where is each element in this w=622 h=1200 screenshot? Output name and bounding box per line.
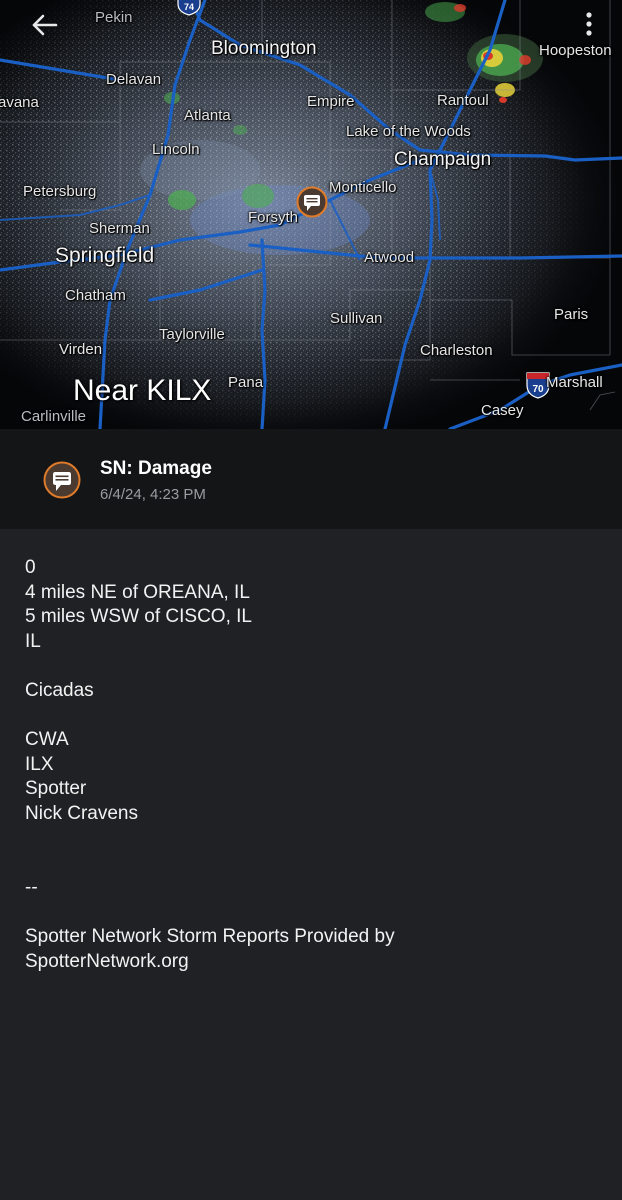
radar-map[interactable]: 74 70 Pekin Bloomington Hoopeston Delava…	[0, 0, 622, 429]
report-pin-icon[interactable]	[296, 186, 328, 218]
city-hoopeston: Hoopeston	[539, 42, 612, 59]
report-line: 0	[25, 557, 36, 578]
city-petersburg: Petersburg	[23, 183, 97, 200]
city-marshall: Marshall	[546, 374, 603, 391]
city-taylorville: Taylorville	[159, 326, 225, 343]
report-line	[25, 704, 605, 729]
city-atlanta: Atlanta	[184, 107, 231, 124]
back-button[interactable]	[24, 8, 64, 42]
report-title: SN: Damage	[100, 458, 212, 479]
city-chatham: Chatham	[65, 287, 126, 304]
city-charleston: Charleston	[420, 342, 493, 359]
report-line: CWA	[25, 729, 69, 751]
city-havana: avana	[0, 94, 39, 111]
report-line: IL	[25, 630, 41, 652]
city-pekin: Pekin	[95, 9, 133, 26]
report-body: 0 4 miles NE of OREANA, IL 5 miles WSW o…	[25, 556, 605, 974]
city-bloomington: Bloomington	[211, 38, 317, 59]
city-sullivan: Sullivan	[330, 310, 383, 327]
report-line: ILX	[25, 753, 54, 775]
report-line	[25, 654, 605, 679]
city-atwood: Atwood	[364, 249, 415, 266]
city-forsyth: Forsyth	[248, 209, 299, 226]
city-pana: Pana	[228, 374, 264, 391]
radar-location-label: Near KILX	[73, 374, 212, 407]
city-champaign: Champaign	[394, 149, 492, 170]
app-root: 74 70 Pekin Bloomington Hoopeston Delava…	[0, 0, 622, 1200]
more-options-button[interactable]	[572, 6, 606, 42]
report-header	[0, 429, 622, 529]
interstate-74-shield: 74	[176, 0, 202, 21]
city-virden: Virden	[59, 341, 103, 358]
i74-number: 74	[184, 2, 194, 12]
report-line: Spotter Network Storm Reports Provided b…	[25, 925, 395, 947]
city-casey: Casey	[481, 402, 524, 419]
city-carlinville: Carlinville	[21, 408, 87, 425]
report-line: Nick Cravens	[25, 802, 138, 824]
chat-bubble-icon	[43, 461, 81, 499]
city-delavan: Delavan	[106, 71, 162, 88]
report-line: Cicadas	[25, 679, 94, 701]
report-line: Spotter	[25, 778, 87, 800]
report-line: 5 miles WSW of CISCO, IL	[25, 606, 252, 628]
report-line: --	[25, 876, 38, 898]
city-lincoln: Lincoln	[152, 141, 200, 158]
more-vert-icon	[586, 12, 592, 36]
report-line	[25, 827, 605, 852]
city-sherman: Sherman	[89, 220, 150, 237]
city-monticello: Monticello	[329, 179, 397, 196]
arrow-left-icon	[32, 14, 58, 36]
city-empire: Empire	[307, 93, 355, 110]
report-line: SpotterNetwork.org	[25, 950, 189, 972]
report-timestamp: 6/4/24, 4:23 PM	[100, 486, 206, 503]
i70-number: 70	[532, 384, 544, 395]
report-line: 4 miles NE of OREANA, IL	[25, 581, 250, 603]
report-line	[25, 900, 605, 925]
city-lake-of-the-woods: Lake of the Woods	[346, 123, 471, 140]
report-line	[25, 851, 605, 876]
city-paris: Paris	[554, 306, 589, 323]
city-rantoul: Rantoul	[437, 92, 489, 109]
city-springfield: Springfield	[55, 244, 155, 267]
